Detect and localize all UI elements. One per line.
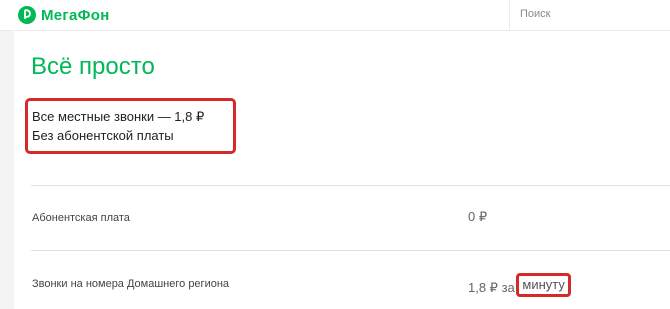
- annotation-box: [25, 98, 236, 154]
- search-input[interactable]: Поиск: [520, 8, 550, 20]
- left-gutter: [0, 31, 14, 309]
- megafon-logo[interactable]: МегаФон: [18, 5, 110, 25]
- home-calls-price: 1,8 ₽ за: [468, 280, 515, 295]
- row-divider: [31, 185, 670, 186]
- brand-name: МегаФон: [41, 6, 110, 24]
- megafon-logo-icon: [18, 6, 36, 24]
- tariff-title: Всё просто: [31, 53, 155, 80]
- site-header: МегаФон Поиск: [0, 0, 670, 31]
- row-value-home-calls: 1,8 ₽ за минуту: [468, 273, 571, 300]
- home-calls-unit: минуту: [516, 273, 571, 297]
- row-divider: [31, 250, 670, 251]
- page: МегаФон Поиск Всё просто Все местные зво…: [0, 0, 670, 309]
- header-divider: [509, 0, 510, 30]
- row-label-home-calls: Звонки на номера Домашнего региона: [32, 278, 230, 290]
- tariff-summary-calls: Все местные звонки — 1,8 ₽: [32, 109, 205, 124]
- tariff-summary-fee: Без абонентской платы: [32, 128, 174, 143]
- row-value-subscription: 0 ₽: [468, 209, 488, 224]
- row-label-subscription: Абонентская плата: [32, 212, 130, 224]
